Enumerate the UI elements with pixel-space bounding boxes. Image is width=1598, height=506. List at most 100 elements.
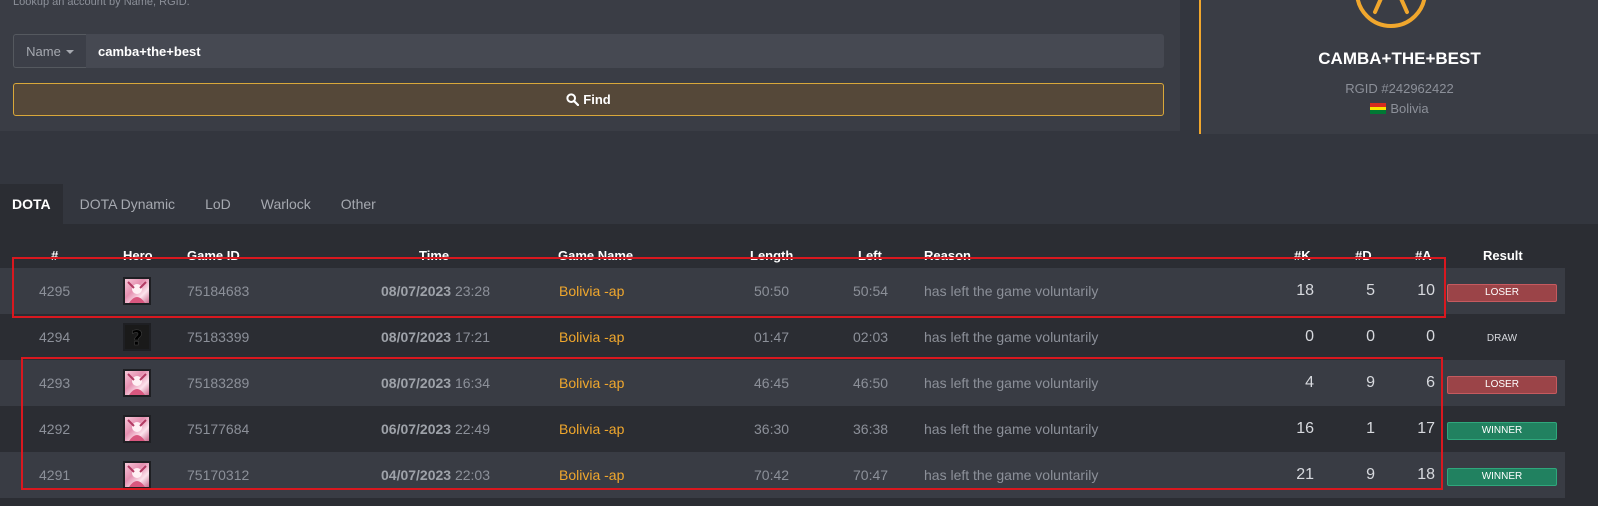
game-length: 01:47 <box>754 329 790 345</box>
header-left: Left <box>858 248 882 263</box>
profile-country-label: Bolivia <box>1390 101 1429 116</box>
kills: 21 <box>1296 466 1314 483</box>
left-time: 46:50 <box>853 375 889 391</box>
tab-dota-dynamic[interactable]: DOTA Dynamic <box>68 184 187 224</box>
tab-other[interactable]: Other <box>329 184 388 224</box>
game-length: 70:42 <box>754 467 790 483</box>
header-game-name: Game Name <box>558 248 634 263</box>
leave-reason: has left the game voluntarily <box>924 421 1099 437</box>
row-number: 4293 <box>39 375 71 391</box>
deaths: 0 <box>1366 328 1375 345</box>
game-date: 08/07/2023 <box>381 283 452 299</box>
bolivia-flag-icon <box>1370 103 1387 115</box>
search-type-label: Name <box>26 43 61 59</box>
game-id[interactable]: 75184683 <box>187 268 249 314</box>
game-time: 08/07/2023 17:21 <box>381 314 490 360</box>
result-badge: LOSER <box>1447 284 1557 302</box>
table-row[interactable]: 4294? 75183399 08/07/2023 17:21 Bolivia -ap… <box>0 314 1565 360</box>
game-time: 04/07/2023 22:03 <box>381 452 490 498</box>
profile-rgid: RGID #242962422 <box>1345 81 1454 96</box>
game-length: 46:45 <box>754 375 790 391</box>
search-hint: Lookup an account by Name, RGID. <box>13 0 190 8</box>
assists: 6 <box>1426 374 1435 391</box>
table-row[interactable]: 4292 75177684 06/07/2023 22:49 Bolivia -ap 3… <box>0 406 1565 452</box>
header-reason: Reason <box>924 248 971 263</box>
game-date: 04/07/2023 <box>381 467 452 483</box>
search-input[interactable] <box>86 34 1164 68</box>
row-number: 4291 <box>39 467 71 483</box>
header-deaths: #D <box>1355 248 1372 263</box>
leave-reason: has left the game voluntarily <box>924 467 1099 483</box>
game-id[interactable]: 75183399 <box>187 314 249 360</box>
table-row[interactable]: 4291 75170312 04/07/2023 22:03 Bolivia -ap 7… <box>0 452 1565 498</box>
tab-dota[interactable]: DOTA <box>0 184 63 224</box>
game-time: 06/07/2023 22:49 <box>381 406 490 452</box>
game-name-link[interactable]: Bolivia -ap <box>559 268 624 314</box>
header-num: # <box>51 248 59 263</box>
game-mode-tabs: DOTA DOTA Dynamic LoD Warlock Other <box>0 184 394 224</box>
header-length: Length <box>750 248 794 263</box>
row-number: 4295 <box>39 283 71 299</box>
left-time: 02:03 <box>853 329 889 345</box>
search-panel: Lookup an account by Name, RGID. Name Fi… <box>0 0 1180 131</box>
game-time: 08/07/2023 16:34 <box>381 360 490 406</box>
table-header: # Hero Game ID Time Game Name Length Lef… <box>0 238 1598 268</box>
find-button[interactable]: Find <box>13 83 1164 116</box>
game-name-link[interactable]: Bolivia -ap <box>559 406 624 452</box>
game-clock: 17:21 <box>454 329 491 345</box>
game-length: 50:50 <box>754 283 790 299</box>
game-name-link[interactable]: Bolivia -ap <box>559 314 624 360</box>
game-clock: 23:28 <box>454 283 491 299</box>
search-type-dropdown[interactable]: Name <box>13 34 86 68</box>
caret-down-icon <box>65 50 74 54</box>
tab-lod[interactable]: LoD <box>193 184 243 224</box>
kills: 18 <box>1296 282 1314 299</box>
game-name-link[interactable]: Bolivia -ap <box>559 452 624 498</box>
game-id[interactable]: 75177684 <box>187 406 249 452</box>
result-badge: WINNER <box>1447 468 1557 486</box>
leave-reason: has left the game voluntarily <box>924 375 1099 391</box>
row-number: 4292 <box>39 421 71 437</box>
deaths: 9 <box>1366 374 1375 391</box>
kills: 16 <box>1296 420 1314 437</box>
leave-reason: has left the game voluntarily <box>924 283 1099 299</box>
table-row[interactable]: 4295 75184683 08/07/2023 23:28 Bolivia -ap 5… <box>0 268 1565 314</box>
header-game-id: Game ID <box>187 248 240 263</box>
game-id[interactable]: 75170312 <box>187 452 249 498</box>
result-badge: LOSER <box>1447 376 1557 394</box>
hero-portrait-icon[interactable] <box>123 461 151 489</box>
deaths: 5 <box>1366 282 1375 299</box>
games-table: # Hero Game ID Time Game Name Length Lef… <box>0 238 1598 268</box>
left-time: 36:38 <box>853 421 889 437</box>
profile-name: CAMBA+THE+BEST <box>1318 49 1481 68</box>
hero-portrait-icon[interactable] <box>123 415 151 443</box>
result-badge: WINNER <box>1447 422 1557 440</box>
assists: 0 <box>1426 328 1435 345</box>
unknown-hero-icon[interactable]: ? <box>123 323 151 351</box>
deaths: 9 <box>1366 466 1375 483</box>
row-number: 4294 <box>39 329 71 345</box>
hero-portrait-icon[interactable] <box>123 277 151 305</box>
svg-text:?: ? <box>131 326 143 349</box>
search-icon <box>566 93 580 106</box>
kills: 0 <box>1305 328 1314 345</box>
tab-warlock[interactable]: Warlock <box>249 184 323 224</box>
game-clock: 16:34 <box>454 375 491 391</box>
result-badge: DRAW <box>1486 333 1518 344</box>
left-time: 50:54 <box>853 283 889 299</box>
game-id[interactable]: 75183289 <box>187 360 249 406</box>
game-name-link[interactable]: Bolivia -ap <box>559 360 624 406</box>
game-clock: 22:03 <box>454 467 491 483</box>
game-clock: 22:49 <box>454 421 491 437</box>
deaths: 1 <box>1366 420 1375 437</box>
assists: 10 <box>1417 282 1435 299</box>
assists: 17 <box>1417 420 1435 437</box>
header-assists: #A <box>1415 248 1432 263</box>
game-time: 08/07/2023 23:28 <box>381 268 490 314</box>
game-date: 08/07/2023 <box>381 375 452 391</box>
find-button-label: Find <box>583 92 611 107</box>
table-row[interactable]: 4293 75183289 08/07/2023 16:34 Bolivia -ap 4… <box>0 360 1565 406</box>
profile-card: CAMBA+THE+BEST RGID #242962422 Bolivia <box>1199 0 1598 134</box>
hero-portrait-icon[interactable] <box>123 369 151 397</box>
header-hero: Hero <box>123 248 153 263</box>
